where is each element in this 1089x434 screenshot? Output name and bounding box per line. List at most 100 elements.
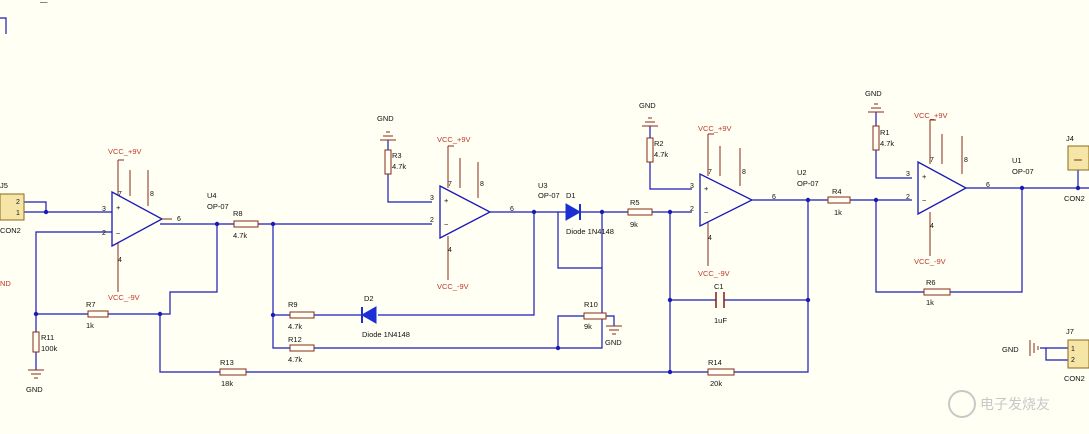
ref-j5: J5 <box>0 181 8 190</box>
ref-r8: R8 <box>233 209 243 218</box>
resistor-r11: R11 100k <box>32 331 58 353</box>
gnd-label-2: GND <box>377 114 394 123</box>
pin-2-u3: 2 <box>430 217 434 224</box>
svg-text:−: − <box>116 229 121 238</box>
value-r4: 1k <box>834 208 842 217</box>
pin-3-u1: 3 <box>906 171 910 178</box>
pin-6-u1: 6 <box>986 182 990 189</box>
value-c1: 1uF <box>714 316 727 325</box>
resistor-r12: R12 4.7k <box>288 335 315 364</box>
pin-7-u1: 7 <box>930 157 934 164</box>
ground-r11: GND <box>26 369 44 394</box>
cropped-net-label: ND <box>0 279 11 288</box>
pin-3-u3: 3 <box>430 195 434 202</box>
pin-2-j7: 2 <box>1071 357 1075 364</box>
value-r5: 9k <box>630 220 638 229</box>
pin-3-u4: 3 <box>102 206 106 213</box>
ref-r9: R9 <box>288 300 298 309</box>
svg-text:+: + <box>444 196 449 205</box>
value-r7: 1k <box>86 321 94 330</box>
pin-8-u2: 8 <box>742 169 746 176</box>
ref-r7: R7 <box>86 300 96 309</box>
value-r14: 20k <box>710 379 722 388</box>
watermark-text: 电子发烧友 <box>980 397 1050 413</box>
pin-8-u4: 8 <box>150 191 154 198</box>
ref-u1: U1 <box>1012 156 1022 165</box>
ref-r11: R11 <box>41 333 54 342</box>
ref-j4: J4 <box>1066 134 1074 143</box>
ref-j7: J7 <box>1066 327 1074 336</box>
pin-7-u4: 7 <box>118 191 122 198</box>
vcc-label-u4: VCC_+9V <box>108 147 142 156</box>
gnd-label-4: GND <box>865 89 882 98</box>
pin-7-u3: 7 <box>448 181 452 188</box>
value-d1: Diode 1N4148 <box>566 227 614 236</box>
value-r10: 9k <box>584 322 592 331</box>
vcc-label-u1: VCC_+9V <box>914 111 948 120</box>
svg-text:+: + <box>922 172 927 181</box>
pin-2-u1: 2 <box>906 194 910 201</box>
ref-r6: R6 <box>926 278 936 287</box>
resistor-r14: R14 20k <box>707 358 735 388</box>
vcc-label-u3: VCC_+9V <box>437 135 471 144</box>
capacitor-c1: C1 1uF <box>714 282 727 325</box>
diode-d2: D2 Diode 1N4148 <box>360 294 410 339</box>
type-u1: OP-07 <box>1012 167 1034 176</box>
type-u4: OP-07 <box>207 202 229 211</box>
connector-j7: J7 1 2 CON2 <box>1064 327 1089 383</box>
resistor-r2: R2 4.7k <box>646 137 668 163</box>
ref-d1: D1 <box>566 191 576 200</box>
ref-r12: R12 <box>288 335 302 344</box>
type-u2: OP-07 <box>797 179 819 188</box>
vee-label-u3: VCC_-9V <box>437 282 469 291</box>
pin-1-j7: 1 <box>1071 346 1075 353</box>
pin-6-u3: 6 <box>510 206 514 213</box>
svg-text:−: − <box>704 208 709 217</box>
ground-j7: GND <box>1002 340 1039 356</box>
value-r8: 4.7k <box>233 231 247 240</box>
pin-8-u1: 8 <box>964 157 968 164</box>
watermark: 电子发烧友 <box>948 390 1050 418</box>
ref-c1: C1 <box>714 282 724 291</box>
pin-6-u4: 6 <box>177 216 181 223</box>
ref-r4: R4 <box>832 187 842 196</box>
resistor-r5: R5 9k <box>627 198 653 229</box>
ref-r10: R10 <box>584 300 598 309</box>
value-r6: 1k <box>926 298 934 307</box>
ref-r2: R2 <box>654 139 664 148</box>
ref-r14: R14 <box>708 358 722 367</box>
vee-label-u1: VCC_-9V <box>914 257 946 266</box>
value-r2: 4.7k <box>654 150 668 159</box>
resistor-r3: R3 4.7k <box>384 149 406 175</box>
pin-4-u1: 4 <box>930 223 934 230</box>
pin-7-u2: 7 <box>708 169 712 176</box>
value-r11: 100k <box>41 344 58 353</box>
ref-r5: R5 <box>630 198 640 207</box>
value-j7: CON2 <box>1064 374 1085 383</box>
svg-text:+: + <box>116 203 121 212</box>
type-u3: OP-07 <box>538 191 560 200</box>
ref-u2: U2 <box>797 168 807 177</box>
ref-d2: D2 <box>364 294 374 303</box>
resistor-r7: R7 1k <box>86 300 109 330</box>
value-j5: CON2 <box>0 226 21 235</box>
connector-j4: J4 CON2 <box>1064 134 1089 203</box>
connector-j5: J5 2 1 CON2 <box>0 181 25 235</box>
diode-d1: D1 Diode 1N4148 <box>565 191 614 236</box>
resistor-r6: R6 1k <box>923 278 951 307</box>
ref-u4: U4 <box>207 191 217 200</box>
resistor-r8: R8 4.7k <box>233 209 259 240</box>
ref-r13: R13 <box>220 358 234 367</box>
pin-2-j5: 2 <box>16 199 20 206</box>
pin-1-j5: 1 <box>16 210 20 217</box>
resistor-r1: R1 4.7k <box>872 125 894 151</box>
pin-4-u2: 4 <box>708 235 712 242</box>
ref-r1: R1 <box>880 128 890 137</box>
resistor-r9: R9 4.7k <box>288 300 315 331</box>
value-r9: 4.7k <box>288 322 302 331</box>
gnd-label-6: GND <box>1002 345 1019 354</box>
svg-text:+: + <box>704 184 709 193</box>
svg-text:−: − <box>922 196 927 205</box>
opamp-u3: 7 8 3 2 6 4 + − VCC_+9V VCC_-9V U3 OP-07 <box>430 135 560 291</box>
value-r1: 4.7k <box>880 139 894 148</box>
